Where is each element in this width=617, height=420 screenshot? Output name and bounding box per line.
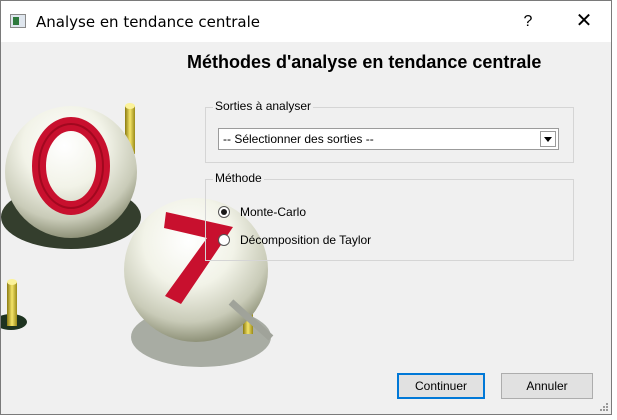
app-window-icon	[10, 14, 26, 28]
close-icon[interactable]: ✕	[561, 1, 607, 42]
dialog-window: Analyse en tendance centrale ? ✕ Méthode…	[0, 0, 612, 415]
page-title: Méthodes d'analyse en tendance centrale	[187, 52, 542, 72]
chevron-down-icon[interactable]	[540, 131, 556, 147]
radio-button-checked[interactable]	[218, 206, 230, 218]
help-icon[interactable]: ?	[505, 1, 551, 42]
radio-label[interactable]: Décomposition de Taylor	[240, 233, 371, 247]
method-groupbox: Méthode Monte-Carlo Décomposition de Tay…	[205, 171, 574, 261]
resize-grip-icon[interactable]	[599, 402, 609, 412]
radio-button-unchecked[interactable]	[218, 234, 230, 246]
method-group-label: Méthode	[213, 171, 264, 185]
outputs-combobox-value: -- Sélectionner des sorties --	[223, 132, 374, 146]
radio-label[interactable]: Monte-Carlo	[240, 205, 306, 219]
title-bar[interactable]: Analyse en tendance centrale ? ✕	[1, 1, 611, 42]
background-app-edge-right	[612, 0, 617, 420]
window-title: Analyse en tendance centrale	[36, 13, 261, 31]
cancel-button[interactable]: Annuler	[501, 373, 593, 399]
outputs-combobox[interactable]: -- Sélectionner des sorties --	[218, 128, 559, 150]
outputs-group-label: Sorties à analyser	[213, 99, 314, 113]
outputs-groupbox: Sorties à analyser -- Sélectionner des s…	[205, 99, 574, 163]
continue-button[interactable]: Continuer	[397, 373, 485, 399]
